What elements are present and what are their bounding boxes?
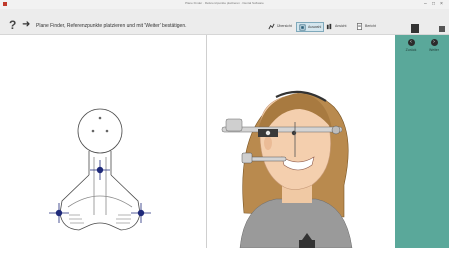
main-canvas[interactable] [0, 35, 395, 249]
instruction-text: Plane Finder, Referenzpunkte platzieren … [36, 23, 187, 29]
view-label: Ansicht [335, 24, 347, 28]
navigation-panel: ‹ Zurück › Weiter [395, 35, 449, 248]
overview-label: Übersicht [277, 24, 292, 28]
report-label: Bericht [365, 24, 376, 28]
export-icon[interactable] [411, 24, 419, 33]
back-arrow-icon: ‹ [407, 39, 415, 46]
view-icon [326, 23, 332, 29]
select-icon [299, 24, 306, 30]
back-label: Zurück [405, 48, 417, 52]
patient-illustration [221, 90, 353, 249]
next-label: Weiter [428, 48, 440, 52]
overview-icon [268, 23, 275, 29]
canvas-drawing [49, 90, 353, 249]
report-button[interactable]: Bericht [356, 22, 376, 30]
arrow-right-icon: ➜ [22, 19, 31, 30]
toolbar: ? ➜ Plane Finder, Referenzpunkte platzie… [0, 9, 449, 35]
help-icon[interactable]: ? [9, 19, 16, 31]
view-button[interactable]: Ansicht [326, 22, 346, 30]
report-icon [357, 22, 362, 30]
title-bar: Plane Finder · Referenzpunkte platzieren… [0, 0, 449, 9]
next-button[interactable]: › Weiter [425, 39, 443, 52]
select-label: Auswahl [308, 25, 322, 29]
close-button[interactable]: × [440, 1, 443, 7]
window-title: Plane Finder · Referenzpunkte platzieren… [185, 1, 264, 5]
next-arrow-icon: › [430, 39, 438, 46]
view-divider [206, 35, 207, 248]
minimize-button[interactable]: – [424, 1, 427, 7]
back-button[interactable]: ‹ Zurück [402, 39, 420, 52]
select-button[interactable]: Auswahl [296, 22, 325, 32]
maximize-button[interactable]: □ [432, 1, 435, 7]
overview-button[interactable]: Übersicht [268, 22, 292, 30]
settings-icon[interactable] [439, 26, 445, 32]
